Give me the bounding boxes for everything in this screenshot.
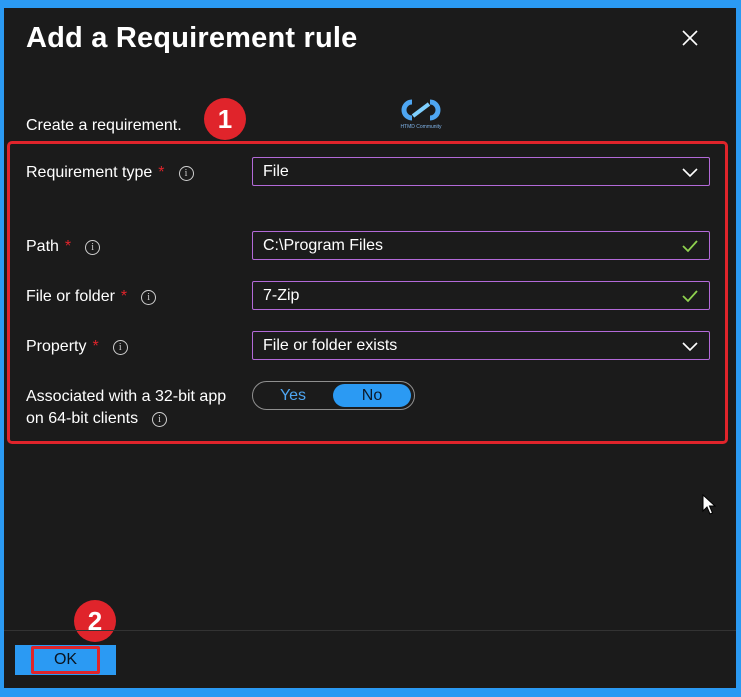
htmd-logo-icon: HTMD Community: [396, 96, 446, 132]
required-asterisk: *: [120, 288, 128, 305]
property-label: Property * i: [26, 338, 128, 356]
info-icon[interactable]: i: [85, 239, 101, 255]
check-icon: [681, 238, 699, 254]
requirement-rule-dialog: Add a Requirement rule Create a requirem…: [4, 8, 736, 688]
required-asterisk: *: [92, 338, 99, 355]
requirement-type-value: File: [263, 162, 289, 180]
required-asterisk: *: [158, 164, 165, 181]
chevron-down-icon: [681, 164, 699, 180]
info-icon[interactable]: i: [152, 411, 168, 427]
info-icon[interactable]: i: [112, 339, 128, 355]
file-or-folder-input[interactable]: 7-Zip: [252, 281, 710, 310]
annotation-badge-1: 1: [204, 98, 246, 140]
annotation-badge-2: 2: [74, 600, 116, 642]
chevron-down-icon: [681, 338, 699, 354]
associated-32bit-toggle[interactable]: Yes No: [252, 381, 415, 410]
requirement-type-label-text: Requirement type: [26, 164, 153, 181]
dialog-title: Add a Requirement rule: [26, 22, 358, 54]
path-label: Path * i: [26, 238, 101, 256]
toggle-option-no[interactable]: No: [333, 384, 411, 407]
property-label-text: Property: [26, 338, 87, 355]
property-dropdown[interactable]: File or folder exists: [252, 331, 710, 360]
logo-text: HTMD Community: [400, 124, 442, 130]
close-icon[interactable]: [678, 26, 702, 50]
path-value: C:\Program Files: [263, 236, 384, 254]
mouse-pointer-icon: [702, 493, 717, 516]
footer-divider: [4, 630, 736, 631]
file-or-folder-value: 7-Zip: [263, 286, 300, 304]
check-icon: [681, 288, 699, 304]
info-icon[interactable]: i: [141, 289, 157, 305]
info-icon[interactable]: i: [178, 165, 194, 181]
requirement-type-label: Requirement type * i: [26, 164, 194, 182]
requirement-type-dropdown[interactable]: File: [252, 157, 710, 186]
path-label-text: Path: [26, 238, 59, 255]
file-or-folder-label: File or folder * i: [26, 288, 157, 306]
file-or-folder-label-text: File or folder: [26, 288, 115, 305]
toggle-option-yes[interactable]: Yes: [255, 384, 331, 407]
dialog-subtitle: Create a requirement.: [26, 117, 182, 134]
property-value: File or folder exists: [263, 336, 398, 354]
associated-32bit-label-line2-text: on 64-bit clients: [26, 410, 139, 427]
associated-32bit-label-line1: Associated with a 32-bit app: [26, 388, 227, 405]
associated-32bit-label-line2: on 64-bit clients i: [26, 410, 168, 428]
path-input[interactable]: C:\Program Files: [252, 231, 710, 260]
required-asterisk: *: [64, 238, 72, 255]
ok-button-highlight: [31, 646, 100, 674]
